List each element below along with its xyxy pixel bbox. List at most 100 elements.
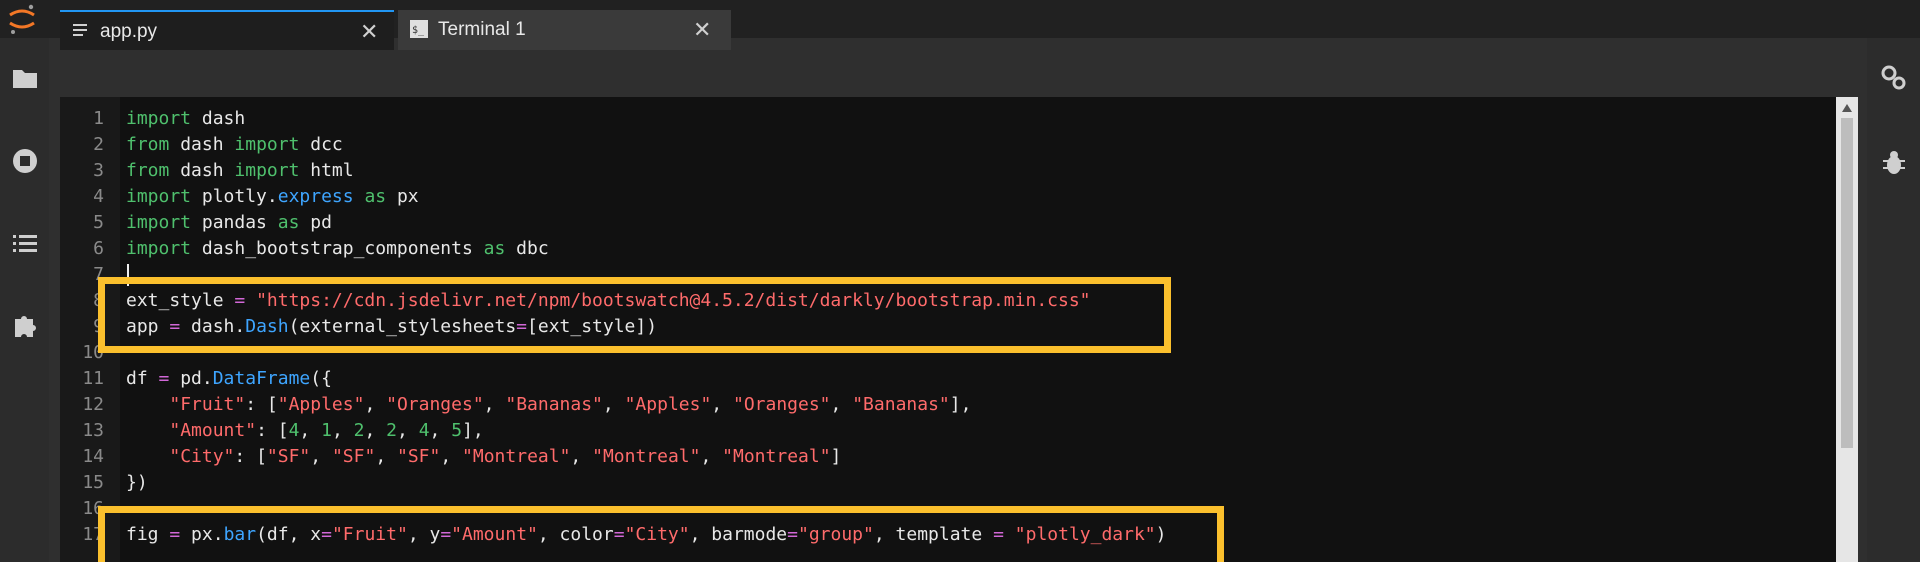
- code-token: "SF": [331, 446, 376, 467]
- tab-terminal-1[interactable]: $_ Terminal 1 ✕: [398, 10, 731, 50]
- code-token: "Amount": [169, 420, 257, 441]
- code-token: as: [277, 212, 300, 233]
- code-token: "Bananas": [505, 394, 603, 415]
- line-number: 11: [82, 368, 104, 389]
- code-line: import plotly.express as px: [126, 184, 419, 210]
- line-number: 13: [82, 420, 104, 441]
- left-sidebar: [0, 38, 49, 562]
- code-token: "Montreal": [592, 446, 701, 467]
- code-token: "Montreal": [462, 446, 571, 467]
- code-line: from dash import dcc: [126, 132, 343, 158]
- code-token: express: [277, 186, 354, 207]
- code-line: import dash_bootstrap_components as dbc: [126, 236, 549, 262]
- line-number: 5: [93, 212, 104, 233]
- highlight-box-stylesheet: [98, 277, 1171, 353]
- code-token: from: [126, 134, 170, 155]
- line-number: 12: [82, 394, 104, 415]
- code-token: dcc: [299, 134, 343, 155]
- tab-label: app.py: [100, 21, 158, 42]
- code-token: : [: [256, 420, 289, 441]
- code-line: "Fruit": ["Apples", "Oranges", "Bananas"…: [126, 392, 971, 418]
- tab-app-py[interactable]: app.py ✕: [60, 10, 394, 50]
- close-icon[interactable]: ✕: [693, 10, 711, 50]
- code-token: as: [483, 238, 506, 259]
- line-number: 4: [93, 186, 104, 207]
- code-token: ,: [331, 420, 354, 441]
- property-inspector-gear-icon[interactable]: [1879, 63, 1909, 93]
- code-token: ,: [310, 446, 332, 467]
- code-line: import pandas as pd: [126, 210, 332, 236]
- code-line: df = pd.DataFrame({: [126, 366, 332, 392]
- code-line: "Amount": [4, 1, 2, 2, 4, 5],: [126, 418, 484, 444]
- code-token: : [: [234, 446, 267, 467]
- svg-text:$_: $_: [412, 25, 425, 36]
- close-icon[interactable]: ✕: [360, 12, 378, 50]
- code-token: ,: [299, 420, 322, 441]
- code-token: "SF": [266, 446, 311, 467]
- code-token: 2: [353, 420, 365, 441]
- code-token: import: [126, 238, 192, 259]
- code-token: "Apples": [277, 394, 365, 415]
- line-number: 15: [82, 472, 104, 493]
- code-token: ,: [602, 394, 625, 415]
- code-token: df: [126, 368, 159, 389]
- code-token: ,: [711, 394, 733, 415]
- scrollbar-thumb[interactable]: [1841, 118, 1853, 448]
- stop-circle-icon[interactable]: [10, 146, 40, 176]
- code-token: pandas: [191, 212, 278, 233]
- code-token: as: [364, 186, 387, 207]
- code-token: html: [299, 160, 354, 181]
- code-token: import: [234, 134, 300, 155]
- code-token: plotly.: [191, 186, 278, 207]
- line-number: 3: [93, 160, 104, 181]
- code-token: ,: [429, 420, 452, 441]
- code-token: ],: [462, 420, 484, 441]
- right-sidebar: [1867, 38, 1920, 562]
- line-number: 6: [93, 238, 104, 259]
- code-token: pd: [299, 212, 332, 233]
- code-token: "SF": [397, 446, 441, 467]
- code-token: 2: [386, 420, 398, 441]
- code-token: ,: [364, 394, 387, 415]
- code-token: dash: [191, 108, 246, 129]
- code-token: pd.: [169, 368, 213, 389]
- code-token: "Apples": [624, 394, 712, 415]
- code-token: ],: [949, 394, 972, 415]
- code-token: ,: [397, 420, 419, 441]
- code-token: "City": [169, 446, 235, 467]
- code-token: "Oranges": [732, 394, 831, 415]
- code-token: DataFrame: [212, 368, 311, 389]
- line-number: 2: [93, 134, 104, 155]
- list-icon[interactable]: [10, 229, 40, 259]
- code-token: ,: [570, 446, 593, 467]
- code-line: }): [126, 470, 148, 496]
- line-number: 1: [93, 108, 104, 129]
- debugger-bug-icon[interactable]: [1879, 148, 1909, 178]
- code-token: ,: [700, 446, 723, 467]
- code-line: from dash import html: [126, 158, 354, 184]
- code-token: ,: [483, 394, 506, 415]
- code-token: 5: [451, 420, 463, 441]
- code-token: dash_bootstrap_components: [191, 238, 484, 259]
- code-token: 1: [321, 420, 332, 441]
- code-token: dbc: [505, 238, 549, 259]
- code-token: import: [126, 186, 192, 207]
- code-token: : [: [245, 394, 278, 415]
- code-line: "City": ["SF", "SF", "SF", "Montreal", "…: [126, 444, 841, 470]
- code-token: 4: [288, 420, 300, 441]
- folder-icon[interactable]: [10, 63, 40, 93]
- scroll-up-arrow-icon[interactable]: [1840, 102, 1854, 114]
- extension-icon[interactable]: [10, 310, 40, 340]
- code-token: ,: [830, 394, 853, 415]
- code-token: ,: [364, 420, 387, 441]
- code-token: dash: [169, 134, 235, 155]
- code-token: "Fruit": [169, 394, 246, 415]
- code-token: ,: [375, 446, 397, 467]
- code-token: ({: [310, 368, 332, 389]
- code-token: px: [386, 186, 419, 207]
- jupyter-logo-icon: [9, 4, 35, 34]
